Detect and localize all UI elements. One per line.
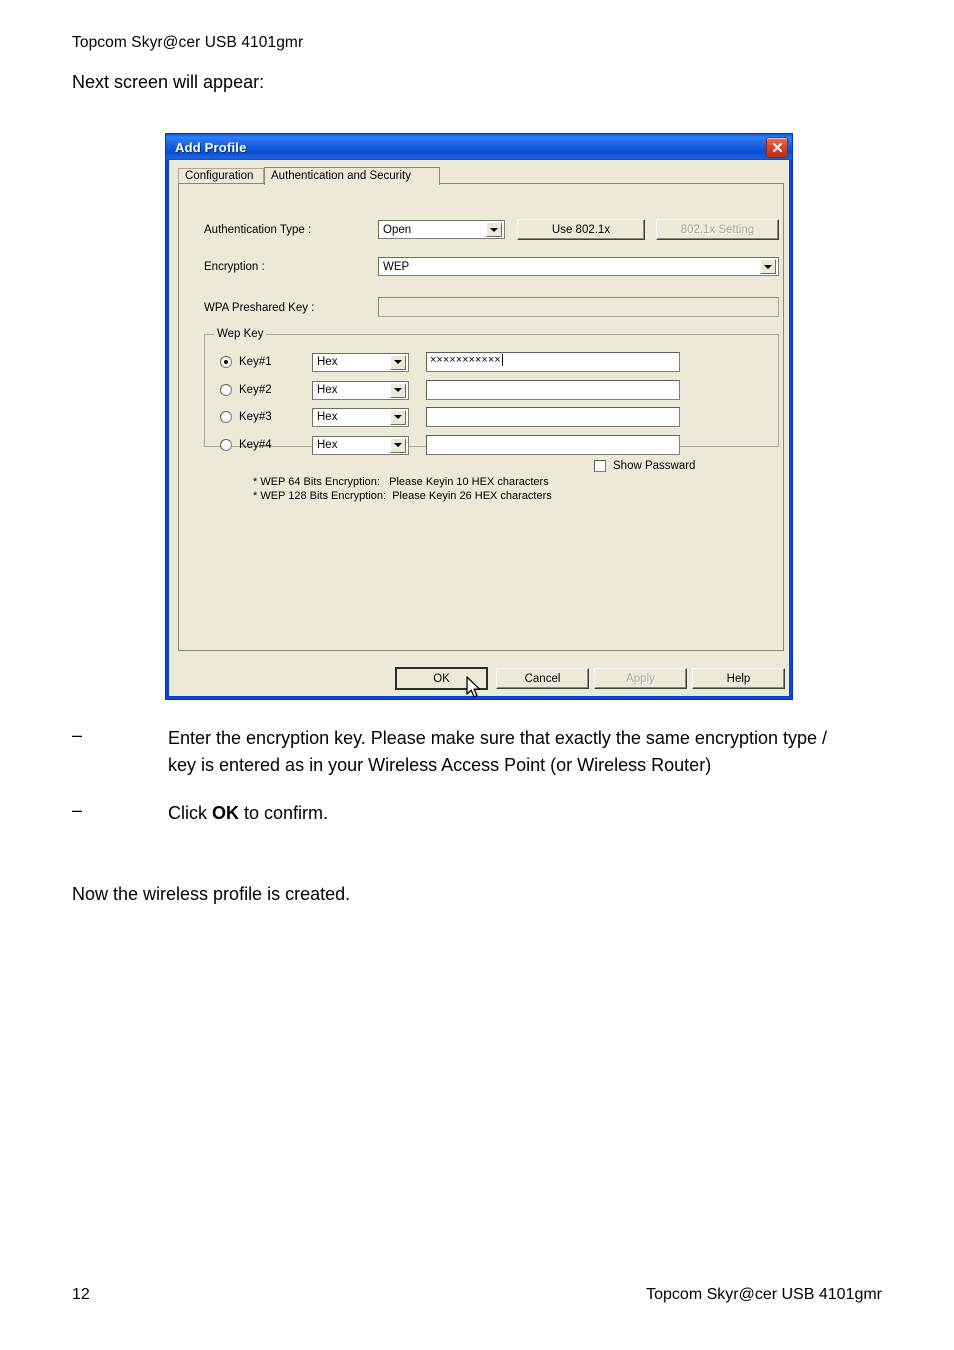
auth-type-value: Open xyxy=(383,223,412,236)
wep-key-label-1: Key#1 xyxy=(239,356,272,368)
click-text-after: to confirm. xyxy=(239,803,329,823)
chevron-down-icon[interactable] xyxy=(390,409,406,425)
ok-button-label: OK xyxy=(433,672,450,685)
8021x-setting-button: 802.1x Setting xyxy=(656,219,779,240)
wep-key-input-3[interactable] xyxy=(426,407,680,427)
list-item-marker: – xyxy=(72,725,83,745)
use-8021x-label: Use 802.1x xyxy=(551,223,611,236)
tab-configuration-label: Configuration xyxy=(185,170,254,183)
click-text-before: Click xyxy=(168,803,212,823)
auth-type-row: Authentication Type : xyxy=(204,224,349,236)
chevron-down-icon[interactable] xyxy=(486,222,502,237)
list-item: – Click OK to confirm. xyxy=(72,800,882,827)
encryption-label: Encryption : xyxy=(204,261,265,273)
wep-key-value-1: ××××××××××× xyxy=(430,354,501,366)
wep-key-radio-1[interactable] xyxy=(220,356,232,368)
wep-key-row-4: Key#4 Hex xyxy=(220,435,680,455)
close-icon[interactable] xyxy=(766,137,788,158)
wep-key-row-1: Key#1 Hex ××××××××××× xyxy=(220,352,680,372)
encryption-select[interactable]: WEP xyxy=(378,257,779,276)
intro-text: Next screen will appear: xyxy=(72,72,265,92)
wep-key-label-3: Key#3 xyxy=(239,411,272,423)
help-button-label: Help xyxy=(726,672,751,685)
ok-emphasis: OK xyxy=(212,803,239,823)
show-password-checkbox[interactable] xyxy=(594,460,606,472)
wpa-preshared-key-label: WPA Preshared Key : xyxy=(204,302,315,314)
wep-key-radio-4[interactable] xyxy=(220,439,232,451)
wep-key-group-title: Wep Key xyxy=(214,328,267,340)
tab-authentication-and-security[interactable]: Authentication and Security xyxy=(264,167,440,185)
use-8021x-button[interactable]: Use 802.1x xyxy=(517,219,645,240)
list-item-text: Enter the encryption key. Please make su… xyxy=(168,728,828,775)
tabstrip: Configuration Authentication and Securit… xyxy=(178,165,784,185)
wep-key-row-3: Key#3 Hex xyxy=(220,407,680,427)
wep-key-format-value-4: Hex xyxy=(317,439,338,451)
wep-key-group: Wep Key Key#1 Hex ××××××××××× Key#2 Hex … xyxy=(204,328,779,502)
tab-panel: Authentication Type : Open Use 802.1x 80… xyxy=(178,183,784,651)
wep-key-row-2: Key#2 Hex xyxy=(220,380,680,400)
8021x-setting-label: 802.1x Setting xyxy=(680,223,755,236)
wpa-preshared-key-input xyxy=(378,297,779,317)
closing-text: Now the wireless profile is created. xyxy=(72,884,351,904)
wep-key-input-2[interactable] xyxy=(426,380,680,400)
wep-key-radio-2[interactable] xyxy=(220,384,232,396)
encryption-value: WEP xyxy=(383,260,410,273)
add-profile-dialog: Add Profile Configuration Authentication… xyxy=(165,133,793,700)
auth-type-label: Authentication Type : xyxy=(204,224,312,236)
document-page: Topcom Skyr@cer USB 4101gmr Next screen … xyxy=(0,0,954,1350)
wep-key-label-2: Key#2 xyxy=(239,384,272,396)
dialog-button-bar: OK Cancel Apply Help xyxy=(166,667,792,691)
show-password-row[interactable]: Show Passward xyxy=(594,460,695,472)
list-item-text: Click OK to confirm. xyxy=(168,800,844,827)
chevron-down-icon[interactable] xyxy=(390,382,406,398)
footer-title: Topcom Skyr@cer USB 4101gmr xyxy=(646,1286,882,1303)
wep-key-format-select-3[interactable]: Hex xyxy=(312,407,409,427)
footer-page-number: 12 xyxy=(72,1286,90,1303)
tab-authentication-and-security-label: Authentication and Security xyxy=(271,169,412,182)
chevron-down-icon[interactable] xyxy=(390,354,406,370)
apply-button: Apply xyxy=(594,668,687,689)
apply-button-label: Apply xyxy=(626,672,655,685)
chevron-down-icon[interactable] xyxy=(760,259,776,274)
instruction-list: – Enter the encryption key. Please make … xyxy=(72,725,882,837)
wpa-preshared-key-row: WPA Preshared Key : xyxy=(204,302,354,314)
cancel-button-label: Cancel xyxy=(524,672,561,685)
wep-key-format-select-1[interactable]: Hex xyxy=(312,352,409,372)
help-button[interactable]: Help xyxy=(692,668,785,689)
wep-note-line-2: * WEP 128 Bits Encryption: Please Keyin … xyxy=(253,490,552,502)
ok-button[interactable]: OK xyxy=(395,667,488,690)
dialog-title: Add Profile xyxy=(175,139,247,155)
wep-key-label-4: Key#4 xyxy=(239,439,272,451)
dialog-titlebar[interactable]: Add Profile xyxy=(166,134,792,160)
wep-key-format-value-2: Hex xyxy=(317,384,338,396)
wep-key-input-1[interactable]: ××××××××××× xyxy=(426,352,680,372)
wep-key-input-4[interactable] xyxy=(426,435,680,455)
wep-key-radio-3[interactable] xyxy=(220,411,232,423)
encryption-row: Encryption : xyxy=(204,261,349,273)
list-item-marker: – xyxy=(72,800,83,820)
auth-type-select[interactable]: Open xyxy=(378,220,505,239)
list-item: – Enter the encryption key. Please make … xyxy=(72,725,882,779)
cancel-button[interactable]: Cancel xyxy=(496,668,589,689)
show-password-label: Show Passward xyxy=(613,460,696,472)
wep-key-format-value-1: Hex xyxy=(317,356,338,368)
wep-note-line-1: * WEP 64 Bits Encryption: Please Keyin 1… xyxy=(253,476,549,488)
wep-key-format-select-2[interactable]: Hex xyxy=(312,380,409,400)
chevron-down-icon[interactable] xyxy=(390,437,406,453)
page-header: Topcom Skyr@cer USB 4101gmr xyxy=(72,34,304,51)
wep-key-format-value-3: Hex xyxy=(317,411,338,423)
wep-key-format-select-4[interactable]: Hex xyxy=(312,435,409,455)
